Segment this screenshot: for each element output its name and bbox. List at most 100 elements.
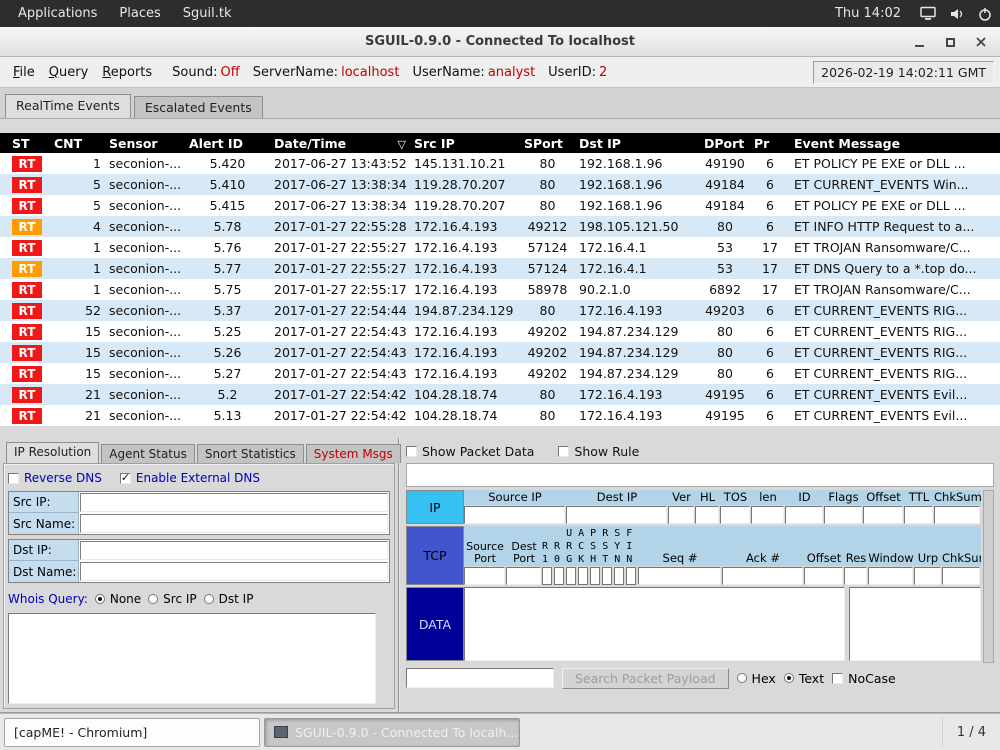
- minimize-button[interactable]: [912, 35, 926, 49]
- menu-file[interactable]: File: [6, 62, 42, 83]
- whois-none-radio[interactable]: None: [94, 592, 141, 606]
- packet-scrollbar[interactable]: [983, 490, 994, 663]
- status-badge: RT: [12, 176, 42, 193]
- col-pr[interactable]: Pr: [750, 133, 790, 153]
- menu-applications[interactable]: Applications: [8, 3, 107, 24]
- tab-ip-resolution[interactable]: IP Resolution: [6, 442, 100, 463]
- tab-realtime-events[interactable]: RealTime Events: [5, 94, 131, 118]
- maximize-button[interactable]: [943, 35, 957, 49]
- status-badge: RT: [12, 281, 42, 298]
- show-rule-checkbox[interactable]: Show Rule: [558, 444, 639, 459]
- text-radio[interactable]: Text: [783, 671, 824, 686]
- cell-dport: 6892: [709, 282, 741, 297]
- ip-section: IP Source IP Dest IP Ver HL TOS len ID F…: [406, 490, 981, 524]
- cell-pr: 6: [766, 219, 774, 234]
- status-badge: RT: [12, 197, 42, 214]
- event-row[interactable]: RT 21 seconion-... 5.13 2017-01-27 22:54:42 1…: [0, 405, 1000, 426]
- search-payload-input[interactable]: [406, 668, 554, 688]
- event-row[interactable]: RT 4 seconion-... 5.78 2017-01-27 22:55:28 17…: [0, 216, 1000, 237]
- cell-sensor: seconion-...: [109, 345, 182, 360]
- display-icon[interactable]: [920, 6, 936, 21]
- event-row[interactable]: RT 15 seconion-... 5.26 2017-01-27 22:54:43 1…: [0, 342, 1000, 363]
- tab-agent-status[interactable]: Agent Status: [101, 444, 195, 463]
- task-sguil-window[interactable]: SGUIL-0.9.0 - Connected To localh...: [264, 717, 520, 747]
- event-row[interactable]: RT 15 seconion-... 5.27 2017-01-27 22:54:43 1…: [0, 363, 1000, 384]
- gmt-timestamp: 2026-02-19 14:02:11 GMT: [813, 60, 994, 84]
- col-src-ip[interactable]: Src IP: [410, 133, 520, 153]
- cell-alert-id: 5.27: [213, 366, 242, 381]
- cell-status: RT: [0, 300, 50, 321]
- event-row[interactable]: RT 5 seconion-... 5.415 2017-06-27 13:38:34 1…: [0, 195, 1000, 216]
- event-row[interactable]: RT 21 seconion-... 5.2 2017-01-27 22:54:42 10…: [0, 384, 1000, 405]
- desktop-menus: Applications Places Sguil.tk: [8, 3, 242, 24]
- ip-section-label: IP: [406, 490, 464, 524]
- cell-event-message: ET TROJAN Ransomware/C...: [794, 240, 971, 255]
- tcp-section: TCP Source Port Dest Port U A P R S F R R…: [406, 526, 981, 585]
- src-name-field[interactable]: [80, 514, 388, 533]
- col-st[interactable]: ST: [0, 133, 50, 153]
- event-row[interactable]: RT 1 seconion-... 5.420 2017-06-27 13:43:52 1…: [0, 153, 1000, 174]
- cell-sensor: seconion-...: [109, 156, 182, 171]
- cell-status: RT: [0, 174, 50, 195]
- col-sport[interactable]: SPort: [520, 133, 575, 153]
- event-row[interactable]: RT 1 seconion-... 5.75 2017-01-27 22:55:17 17…: [0, 279, 1000, 300]
- cell-cnt: 1: [93, 156, 101, 171]
- cell-alert-id: 5.415: [209, 198, 246, 213]
- col-datetime[interactable]: Date/Time ▽: [270, 133, 410, 153]
- cell-alert-id: 5.75: [213, 282, 242, 297]
- reverse-dns-checkbox[interactable]: Reverse DNS: [8, 471, 102, 485]
- event-row[interactable]: RT 1 seconion-... 5.77 2017-01-27 22:55:27 17…: [0, 258, 1000, 279]
- status-badge: RT: [12, 386, 42, 403]
- menu-reports[interactable]: Reports: [95, 62, 159, 83]
- cell-alert-id: 5.37: [213, 303, 242, 318]
- task-capme-chromium[interactable]: [capME! - Chromium]: [4, 717, 260, 747]
- dst-ip-field[interactable]: [80, 541, 388, 560]
- hex-radio[interactable]: Hex: [736, 671, 776, 686]
- cell-cnt: 4: [93, 219, 101, 234]
- whois-src-ip-radio[interactable]: Src IP: [148, 592, 197, 606]
- col-cnt[interactable]: CNT: [50, 133, 105, 153]
- taskbar: [capME! - Chromium] SGUIL-0.9.0 - Connec…: [0, 713, 1000, 750]
- menu-sguil-tk[interactable]: Sguil.tk: [173, 3, 242, 24]
- src-ip-field[interactable]: [80, 493, 388, 512]
- tab-escalated-events[interactable]: Escalated Events: [133, 96, 263, 118]
- col-alert-id[interactable]: Alert ID: [185, 133, 270, 153]
- col-dst-ip[interactable]: Dst IP: [575, 133, 700, 153]
- volume-icon[interactable]: [949, 7, 965, 21]
- col-sensor[interactable]: Sensor: [105, 133, 185, 153]
- cell-datetime: 2017-01-27 22:55:17: [274, 282, 407, 297]
- sort-indicator-icon[interactable]: ▽: [398, 138, 406, 151]
- workspace-pager[interactable]: 1 / 4: [941, 717, 1000, 747]
- menu-places[interactable]: Places: [109, 3, 170, 24]
- titlebar: SGUIL-0.9.0 - Connected To localhost: [0, 27, 1000, 57]
- userid-label: UserID:: [548, 64, 597, 80]
- search-payload-button[interactable]: Search Packet Payload: [562, 667, 729, 689]
- dst-ip-label: Dst IP:: [9, 540, 79, 561]
- cell-dst-ip: 192.168.1.96: [579, 156, 663, 171]
- col-event-message[interactable]: Event Message: [790, 133, 1000, 153]
- event-row[interactable]: RT 15 seconion-... 5.25 2017-01-27 22:54:43 1…: [0, 321, 1000, 342]
- data-section-label: DATA: [406, 587, 464, 661]
- cell-pr: 17: [762, 240, 778, 255]
- show-packet-data-checkbox[interactable]: Show Packet Data: [406, 444, 534, 459]
- radio-icon: [148, 594, 159, 604]
- menu-query[interactable]: Query: [42, 62, 96, 83]
- col-dport[interactable]: DPort: [700, 133, 750, 153]
- dst-name-field[interactable]: [80, 562, 388, 581]
- event-row[interactable]: RT 1 seconion-... 5.76 2017-01-27 22:55:27 17…: [0, 237, 1000, 258]
- event-row[interactable]: RT 52 seconion-... 5.37 2017-01-27 22:54:44 1…: [0, 300, 1000, 321]
- whois-dst-ip-radio[interactable]: Dst IP: [203, 592, 253, 606]
- tcp-section-label: TCP: [406, 526, 464, 585]
- tab-system-msgs[interactable]: System Msgs: [305, 444, 401, 463]
- cell-dst-ip: 194.87.234.129: [579, 345, 679, 360]
- ip-field-chksum: [934, 506, 980, 524]
- ip-field-offset: [863, 506, 903, 524]
- nocase-checkbox[interactable]: NoCase: [832, 671, 896, 686]
- cell-sensor: seconion-...: [109, 282, 182, 297]
- tab-snort-statistics[interactable]: Snort Statistics: [196, 444, 304, 463]
- cell-event-message: ET DNS Query to a *.top do...: [794, 261, 977, 276]
- close-button[interactable]: [974, 35, 988, 49]
- enable-external-dns-checkbox[interactable]: Enable External DNS: [119, 471, 260, 485]
- power-icon[interactable]: [978, 7, 992, 21]
- event-row[interactable]: RT 5 seconion-... 5.410 2017-06-27 13:38:34 1…: [0, 174, 1000, 195]
